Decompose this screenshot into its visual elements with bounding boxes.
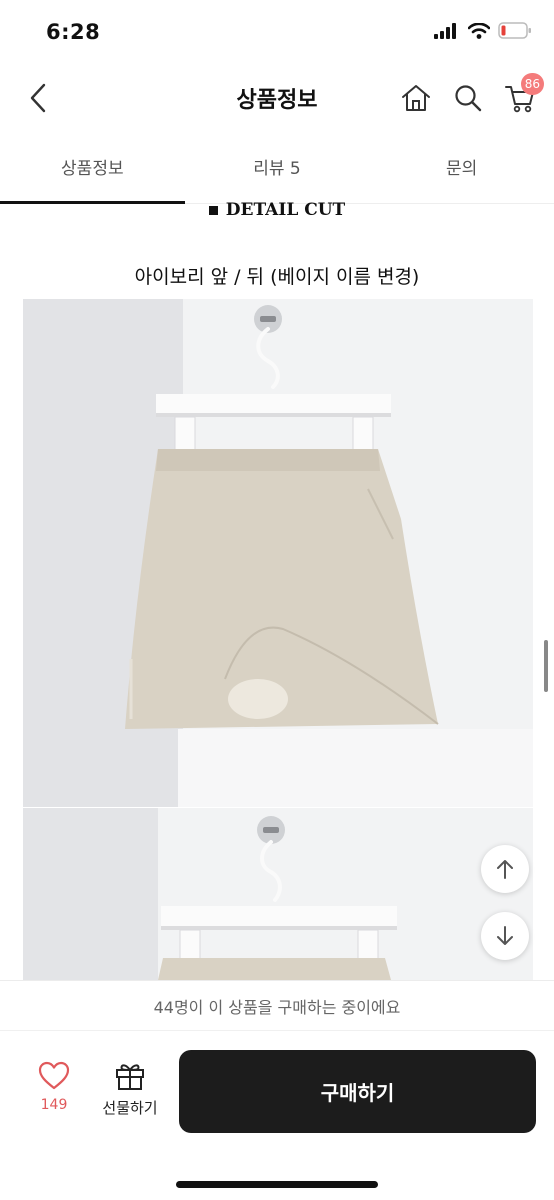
scrollbar[interactable] (544, 640, 548, 692)
scroll-down-button[interactable] (481, 912, 529, 960)
cart-badge: 86 (520, 73, 544, 95)
photo-caption: 아이보리 앞 / 뒤 (베이지 이름 변경) (134, 266, 420, 288)
search-icon (455, 85, 482, 112)
home-icon (402, 85, 430, 111)
section-heading: DETAIL CUT (0, 200, 554, 220)
tab-bar: 상품정보 리뷰 5 문의 (0, 140, 554, 204)
tab-inquiry[interactable]: 문의 (369, 140, 554, 203)
tab-reviews[interactable]: 리뷰 5 (185, 140, 370, 203)
signal-icon (434, 22, 456, 39)
like-count: 149 (40, 1097, 68, 1113)
home-indicator (176, 1181, 378, 1188)
status-time: 6:28 (46, 20, 101, 44)
gift-button[interactable]: 선물하기 (96, 1061, 164, 1118)
buying-notice-bar: 44명이 이 상품을 구매하는 중이에요 (0, 980, 554, 1030)
status-bar: 6:28 (0, 0, 554, 66)
wifi-icon (468, 22, 490, 39)
heart-icon (38, 1061, 70, 1090)
buy-button[interactable]: 구매하기 (179, 1050, 536, 1133)
gift-label: 선물하기 (102, 1099, 158, 1117)
battery-icon (498, 22, 531, 39)
tab-product-info[interactable]: 상품정보 (0, 140, 185, 204)
skirt-back-illustration (23, 808, 533, 980)
like-button[interactable]: 149 (26, 1061, 82, 1113)
square-bullet-icon (208, 206, 218, 215)
skirt-on-hanger-illustration (23, 299, 533, 807)
arrow-up-icon (497, 860, 513, 879)
arrow-down-icon (497, 926, 513, 945)
cart-button[interactable]: 86 (494, 73, 546, 120)
bottom-action-bar: 149 선물하기 구매하기 (0, 1030, 554, 1200)
product-photo-front (23, 299, 533, 807)
home-button[interactable] (390, 76, 442, 120)
scroll-up-button[interactable] (481, 845, 529, 893)
section-heading-text: DETAIL CUT (225, 200, 346, 220)
header-actions: 86 (390, 73, 546, 120)
product-photo-back (23, 808, 533, 980)
header: 상품정보 86 (0, 66, 554, 130)
chevron-left-icon (30, 83, 46, 113)
buying-notice-text: 44명이 이 상품을 구매하는 중이에요 (153, 997, 401, 1017)
search-button[interactable] (442, 76, 494, 120)
status-icons (434, 22, 532, 39)
gift-icon (116, 1064, 144, 1090)
back-button[interactable] (18, 78, 58, 118)
